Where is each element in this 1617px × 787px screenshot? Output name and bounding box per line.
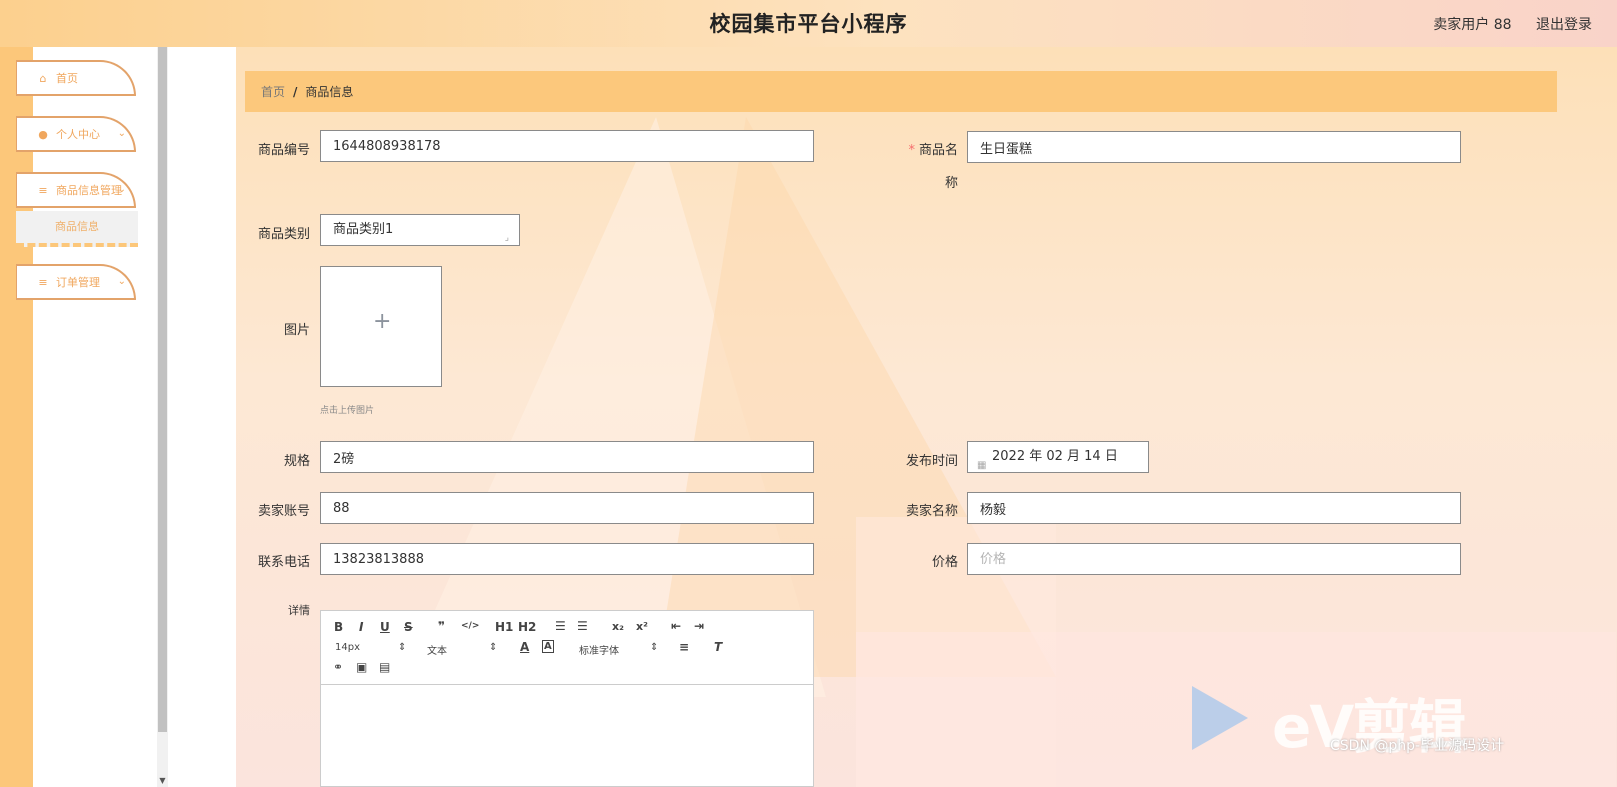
- scroll-down-icon[interactable]: ▼: [157, 776, 168, 785]
- sidebar-scrollbar[interactable]: ▼: [157, 47, 168, 787]
- superscript-button[interactable]: x²: [636, 620, 648, 633]
- chevron-down-icon: ⌟: [504, 233, 509, 243]
- header-type-select[interactable]: 文本: [427, 642, 447, 657]
- breadcrumb: 首页 / 商品信息: [245, 71, 1557, 112]
- chevron-down-icon: ⌄: [117, 276, 126, 287]
- menu-icon: ≡: [38, 275, 48, 289]
- breadcrumb-current: 商品信息: [305, 85, 354, 99]
- seller-name-label: 卖家名称: [905, 504, 958, 519]
- price-field[interactable]: [967, 543, 1461, 575]
- font-size-select[interactable]: 14px: [335, 642, 360, 653]
- code-button[interactable]: </>: [461, 621, 479, 631]
- category-label: 商品类别: [257, 227, 310, 242]
- image-label: 图片: [283, 323, 310, 338]
- calendar-icon: ▦: [977, 460, 987, 471]
- product-name-label: * 商品名: [908, 143, 958, 158]
- phone-label: 联系电话: [257, 555, 310, 570]
- image-upload-button[interactable]: +: [320, 266, 442, 387]
- sidebar-item-profile[interactable]: ● 个人中心 ⌄: [16, 116, 136, 152]
- sidebar-item-label: 个人中心: [56, 128, 100, 141]
- bullet-list-icon[interactable]: ☰: [577, 619, 588, 633]
- publish-time-value: 2022 年 02 月 14 日: [992, 449, 1118, 464]
- outdent-icon[interactable]: ⇤: [671, 619, 681, 633]
- link-icon[interactable]: ⚭: [333, 660, 343, 674]
- app-title: 校园集市平台小程序: [709, 12, 908, 36]
- product-name-field[interactable]: [967, 131, 1461, 163]
- background-color-icon[interactable]: A: [542, 640, 554, 653]
- required-mark: *: [908, 143, 915, 158]
- watermark-credit: CSDN @php-毕业源码设计: [1330, 738, 1505, 754]
- price-label: 价格: [931, 555, 958, 570]
- top-bar: 校园集市平台小程序 卖家用户 88 退出登录: [0, 0, 1617, 47]
- upload-tip: 点击上传图片: [320, 406, 375, 416]
- sidebar-subitem-product-info[interactable]: 商品信息: [16, 211, 138, 247]
- indent-icon[interactable]: ⇥: [694, 619, 704, 633]
- chevron-down-icon: ⌄: [117, 128, 126, 139]
- breadcrumb-home[interactable]: 首页: [261, 83, 285, 100]
- rich-text-editor: B I U S ❞ </> H1 H2 ☰ ☰ x₂ x² ⇤ ⇥ 14px ⇕…: [320, 610, 814, 787]
- product-no-field[interactable]: [320, 130, 814, 162]
- font-family-select[interactable]: 标准字体: [579, 642, 619, 657]
- plus-icon: +: [373, 309, 392, 334]
- category-select[interactable]: 商品类别1 ⌟: [320, 214, 520, 246]
- chevron-updown-icon: ⇕: [398, 642, 407, 653]
- chevron-down-icon: ⌄: [117, 184, 126, 195]
- seller-name-field[interactable]: [967, 492, 1461, 524]
- sidebar-item-label: 订单管理: [56, 276, 100, 289]
- sidebar-item-orders[interactable]: ≡ 订单管理 ⌄: [16, 264, 136, 300]
- subscript-button[interactable]: x₂: [612, 620, 624, 633]
- align-icon[interactable]: ≡: [679, 640, 689, 654]
- sidebar-item-label: 商品信息管理: [56, 184, 122, 197]
- video-icon[interactable]: ▤: [379, 660, 390, 674]
- content-gutter: [168, 47, 236, 787]
- chevron-updown-icon: ⇕: [650, 642, 659, 653]
- quote-button[interactable]: ❞: [438, 619, 445, 633]
- ev-logo-icon: [1192, 686, 1248, 750]
- seller-account-field[interactable]: [320, 492, 814, 524]
- strike-button[interactable]: S: [404, 620, 413, 634]
- logout-button[interactable]: 退出登录: [1536, 17, 1592, 33]
- italic-button[interactable]: I: [359, 620, 363, 634]
- sidebar-item-product-management[interactable]: ≡ 商品信息管理 ⌄: [16, 172, 136, 208]
- phone-field[interactable]: [320, 543, 814, 575]
- sidebar-item-home[interactable]: ⌂ 首页: [16, 60, 136, 96]
- details-label: 详情: [288, 604, 310, 617]
- spec-label: 规格: [283, 454, 310, 469]
- user-icon: ●: [38, 127, 48, 141]
- sidebar-item-label: 首页: [56, 72, 78, 85]
- user-area: 卖家用户 88 退出登录: [1413, 14, 1592, 34]
- product-name-label-wrap: 称: [944, 176, 958, 191]
- chevron-updown-icon: ⇕: [489, 642, 498, 653]
- product-no-label: 商品编号: [257, 143, 310, 158]
- h2-button[interactable]: H2: [518, 620, 536, 634]
- ordered-list-icon[interactable]: ☰: [555, 619, 566, 633]
- text-color-icon[interactable]: A: [520, 640, 529, 654]
- breadcrumb-separator: /: [293, 84, 298, 99]
- bold-button[interactable]: B: [334, 620, 343, 634]
- clear-format-icon[interactable]: T: [714, 640, 722, 654]
- spec-field[interactable]: [320, 441, 814, 473]
- scroll-thumb[interactable]: [158, 47, 167, 732]
- publish-time-datepicker[interactable]: ▦ 2022 年 02 月 14 日: [967, 441, 1149, 473]
- h1-button[interactable]: H1: [495, 620, 513, 634]
- home-icon: ⌂: [39, 71, 47, 85]
- left-accent-strip: [0, 47, 33, 787]
- publish-time-label: 发布时间: [905, 454, 958, 469]
- sidebar: [33, 47, 157, 787]
- image-icon[interactable]: ▣: [356, 660, 367, 674]
- category-selected-value: 商品类别1: [333, 222, 394, 237]
- seller-account-label: 卖家账号: [257, 504, 310, 519]
- current-user: 卖家用户 88: [1433, 17, 1512, 33]
- menu-icon: ≡: [38, 183, 48, 197]
- underline-button[interactable]: U: [380, 620, 390, 634]
- editor-toolbar: B I U S ❞ </> H1 H2 ☰ ☰ x₂ x² ⇤ ⇥ 14px ⇕…: [321, 611, 813, 685]
